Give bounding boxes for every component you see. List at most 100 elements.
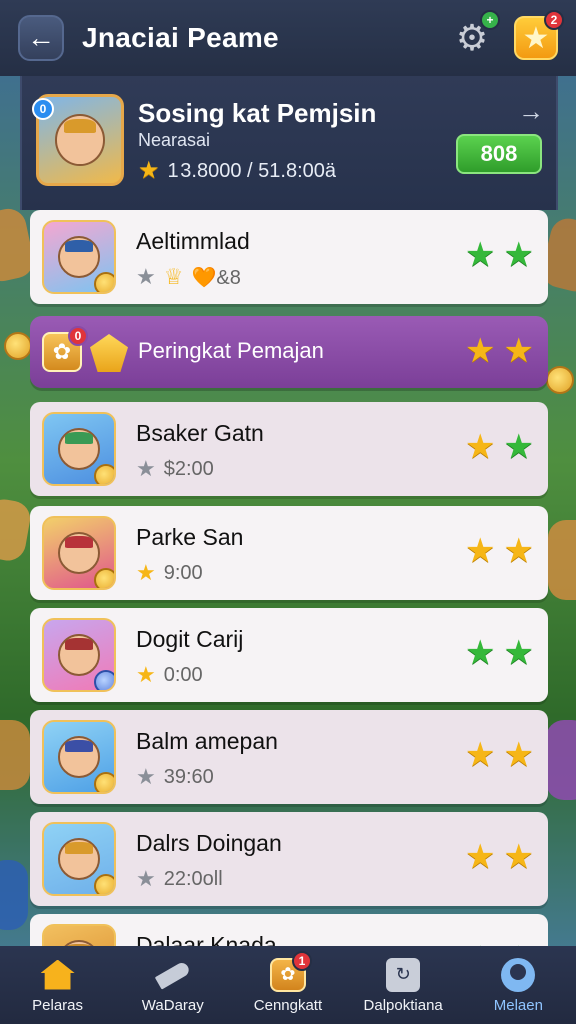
star-icon: ★ xyxy=(465,428,496,466)
nav-item-home[interactable]: Pelaras xyxy=(3,957,113,1014)
rating-stars: ★ ★ xyxy=(465,334,534,368)
player-name: Dogit Carij xyxy=(136,626,244,652)
coin-icon xyxy=(94,568,114,588)
star-icon: ★ xyxy=(465,838,496,876)
coin-icon xyxy=(94,670,114,690)
bottom-navigation: Pelaras WaDaray ✿ 1 Cenngkatt ↻ Dalpokti… xyxy=(0,946,576,1024)
star-icon: ★ xyxy=(465,532,496,570)
score-button[interactable]: 808 xyxy=(456,134,542,174)
coin-icon xyxy=(94,272,114,292)
rating-stars: ★ ★ xyxy=(465,238,534,272)
star-icon: ★ xyxy=(465,332,496,370)
avatar-face xyxy=(58,634,100,676)
rating-stars: ★ ★ xyxy=(465,636,534,670)
arrow-right-icon[interactable]: → xyxy=(518,96,544,127)
home-icon xyxy=(40,957,76,993)
star-icon: ★ xyxy=(136,456,156,481)
avatar xyxy=(42,220,116,294)
avatar xyxy=(42,516,116,590)
player-meta-value: $2:00 xyxy=(163,457,214,480)
background-decoration xyxy=(0,720,30,790)
coin-icon xyxy=(94,772,114,792)
gem-icon xyxy=(90,334,128,372)
player-name: Dalrs Doingan xyxy=(136,830,282,856)
list-item[interactable]: Bsaker Gatn ★ $2:00 ★ ★ xyxy=(30,402,548,496)
list-item[interactable]: Dalrs Doingan ★ 22:0oll ★ ★ xyxy=(30,812,548,906)
nav-item-ranking[interactable]: ✿ 1 Cenngkatt xyxy=(233,950,343,1014)
star-icon: ★ xyxy=(503,428,534,466)
list-item[interactable]: Balm amepan ★ 39:60 ★ ★ xyxy=(30,710,548,804)
top-bar: ← Jnaciai Peame ⚙ + ★ 2 xyxy=(0,0,576,76)
level-badge: 0 xyxy=(32,98,54,120)
background-decoration xyxy=(0,496,33,564)
list-item[interactable]: Aeltimmlad ★ ♕ 🧡&8 ★ ★ xyxy=(30,210,548,304)
player-meta: ★ 0:00 xyxy=(136,658,203,692)
coin-icon xyxy=(94,464,114,484)
notification-badge: 2 xyxy=(544,10,564,30)
nav-item-shop[interactable]: ↻ Dalpoktiana xyxy=(348,957,458,1014)
star-icon: ★ xyxy=(136,764,156,789)
cap-icon xyxy=(65,240,93,252)
star-icon: ★ xyxy=(136,662,156,687)
star-icon: ★ xyxy=(503,532,534,570)
player-meta: ★ ♕ 🧡&8 xyxy=(136,260,241,294)
background-decoration xyxy=(546,720,576,800)
avatar xyxy=(42,720,116,794)
hat-icon xyxy=(65,638,93,650)
ranking-list: Aeltimmlad ★ ♕ 🧡&8 ★ ★ ✿ 0 Peringkat Pem… xyxy=(30,210,548,946)
rating-stars: ★ ★ xyxy=(465,534,534,568)
helmet-icon xyxy=(63,119,97,134)
player-name: Sosing kat Pemjsin xyxy=(138,98,377,128)
star-icon: ★ xyxy=(503,236,534,274)
list-item[interactable]: Dalaar Knada ★ ★ xyxy=(30,914,548,946)
favorites-button[interactable]: ★ 2 xyxy=(514,10,564,60)
player-name: Bsaker Gatn xyxy=(136,420,264,446)
settings-button[interactable]: ⚙ + xyxy=(450,10,500,60)
player-meta-value: 🧡&8 xyxy=(191,266,241,289)
player-meta-value: 0:00 xyxy=(163,663,203,686)
player-subtitle: Nearasai xyxy=(138,130,211,150)
player-stats-value: 1 3.8000 / 51.8:00ä xyxy=(167,159,337,182)
player-meta: ★ 39:60 xyxy=(136,760,214,794)
nav-label: Cenngkatt xyxy=(253,996,323,1014)
notification-badge: 0 xyxy=(68,326,88,346)
list-item[interactable]: Parke San ★ 9:00 ★ ★ xyxy=(30,506,548,600)
background-decoration xyxy=(548,520,576,600)
rating-stars: ★ ★ xyxy=(465,738,534,772)
player-meta-value: 9:00 xyxy=(163,561,203,584)
section-banner[interactable]: ✿ 0 Peringkat Pemajan ★ ★ xyxy=(30,316,548,388)
player-meta-value: 39:60 xyxy=(163,765,214,788)
arrow-left-icon: ← xyxy=(27,22,55,53)
avatar xyxy=(42,924,116,946)
player-meta-value: 22:0oll xyxy=(163,867,223,890)
crown-icon: ♕ xyxy=(163,264,184,289)
nav-item-wadaray[interactable]: WaDaray xyxy=(118,957,228,1014)
section-title: Peringkat Pemajan xyxy=(138,338,324,363)
back-button[interactable]: ← xyxy=(18,15,64,61)
star-icon: ★ xyxy=(136,264,156,289)
page-title: Jnaciai Peame xyxy=(82,22,279,53)
avatar-face xyxy=(58,428,100,470)
star-icon: ★ xyxy=(136,866,156,891)
star-icon: ★ xyxy=(465,634,496,672)
profile-icon xyxy=(500,957,536,993)
avatar-face xyxy=(58,736,100,778)
avatar xyxy=(42,412,116,486)
rating-stars: ★ ★ xyxy=(465,840,534,874)
ranking-icon: ✿ 0 xyxy=(42,326,88,372)
player-meta: ★ 9:00 xyxy=(136,556,203,590)
star-icon: ★ xyxy=(136,560,156,585)
star-icon: ★ xyxy=(465,236,496,274)
avatar-face xyxy=(58,532,100,574)
nav-item-profile[interactable]: Melaen xyxy=(463,957,573,1014)
list-item[interactable]: Dogit Carij ★ 0:00 ★ ★ xyxy=(30,608,548,702)
nav-label: Dalpoktiana xyxy=(363,996,443,1014)
nav-label: WaDaray xyxy=(141,996,204,1014)
coin-icon xyxy=(546,366,574,394)
player-name: Balm amepan xyxy=(136,728,278,754)
player-meta: ★ 22:0oll xyxy=(136,862,223,896)
hat-icon xyxy=(65,536,93,548)
player-card[interactable]: 0 Sosing kat Pemjsin Nearasai ★ 1 3.8000… xyxy=(20,76,558,210)
player-meta: ★ $2:00 xyxy=(136,452,214,486)
star-icon: ★ xyxy=(503,634,534,672)
